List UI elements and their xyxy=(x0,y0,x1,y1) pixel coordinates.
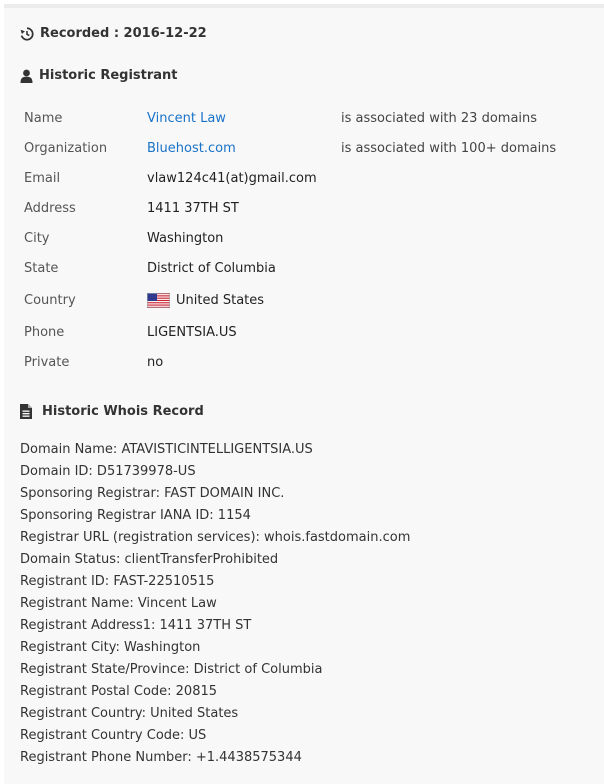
row-value: 1411 37TH ST xyxy=(147,200,239,216)
row-label: City xyxy=(24,230,50,246)
whois-section-header: Historic Whois Record xyxy=(20,404,204,419)
whois-line: Registrar URL (registration services): w… xyxy=(20,530,411,545)
row-label: Phone xyxy=(24,324,65,340)
row-label: State xyxy=(24,260,59,276)
row-label: Address xyxy=(24,200,76,216)
whois-line: Sponsoring Registrar IANA ID: 1154 xyxy=(20,508,251,523)
registrant-section-title: Historic Registrant xyxy=(39,68,178,83)
registrant-row-name: Name Vincent Law is associated with 23 d… xyxy=(24,108,594,128)
row-label: Organization xyxy=(24,140,108,156)
registrant-row-phone: Phone LIGENTSIA.US xyxy=(24,322,594,342)
row-label: Country xyxy=(24,292,76,308)
whois-line: Registrant Country Code: US xyxy=(20,728,207,743)
registrant-row-private: Private no xyxy=(24,352,594,372)
whois-line: Registrant Address1: 1411 37TH ST xyxy=(20,618,252,633)
row-value: vlaw124c41(at)gmail.com xyxy=(147,170,317,186)
row-value: LIGENTSIA.US xyxy=(147,324,237,340)
whois-line: Registrant City: Washington xyxy=(20,640,201,655)
organization-association: is associated with 100+ domains xyxy=(341,140,557,156)
row-value: Washington xyxy=(147,230,224,246)
whois-line: Registrant State/Province: District of C… xyxy=(20,662,323,677)
row-value-country: United States xyxy=(147,292,341,308)
recorded-date: Recorded : 2016-12-22 xyxy=(40,26,207,41)
registrant-row-state: State District of Columbia xyxy=(24,258,594,278)
registrant-row-country: Country United States xyxy=(24,290,594,310)
organization-link[interactable]: Bluehost.com xyxy=(147,141,341,156)
whois-line: Sponsoring Registrar: FAST DOMAIN INC. xyxy=(20,486,285,501)
file-text-icon xyxy=(20,404,32,419)
row-value: no xyxy=(147,354,164,370)
whois-line: Domain ID: D51739978-US xyxy=(20,464,196,479)
registrant-row-email: Email vlaw124c41(at)gmail.com xyxy=(24,168,594,188)
whois-line: Registrant ID: FAST-22510515 xyxy=(20,574,215,589)
registrant-row-city: City Washington xyxy=(24,228,594,248)
recorded-header: Recorded : 2016-12-22 xyxy=(20,26,207,41)
registrant-name-association: is associated with 23 domains xyxy=(341,110,538,126)
history-icon xyxy=(20,26,34,41)
row-label: Name xyxy=(24,110,63,126)
user-icon xyxy=(20,69,33,83)
whois-section-title: Historic Whois Record xyxy=(42,404,204,419)
registrant-name-link[interactable]: Vincent Law xyxy=(147,111,341,126)
whois-line: Registrant Postal Code: 20815 xyxy=(20,684,218,699)
registrant-row-address: Address 1411 37TH ST xyxy=(24,198,594,218)
whois-line: Domain Status: clientTransferProhibited xyxy=(20,552,279,567)
whois-line: Registrant Country: United States xyxy=(20,706,239,721)
registrant-section-header: Historic Registrant xyxy=(20,68,178,83)
whois-line: Registrant Phone Number: +1.4438575344 xyxy=(20,750,302,765)
us-flag-icon xyxy=(147,292,170,308)
whois-line: Domain Name: ATAVISTICINTELLIGENTSIA.US xyxy=(20,442,313,457)
whois-line: Registrant Name: Vincent Law xyxy=(20,596,217,611)
registrant-row-organization: Organization Bluehost.com is associated … xyxy=(24,138,594,158)
row-value: District of Columbia xyxy=(147,260,276,276)
row-label: Private xyxy=(24,354,70,370)
row-label: Email xyxy=(24,170,61,186)
country-name: United States xyxy=(176,292,265,308)
